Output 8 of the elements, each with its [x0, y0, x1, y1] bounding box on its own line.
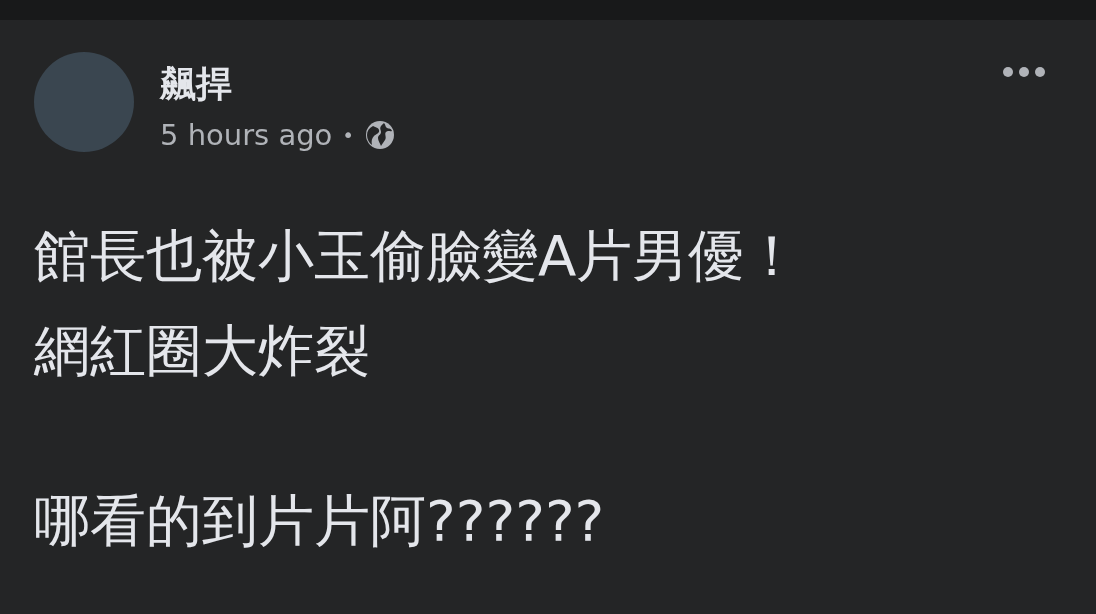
author-name[interactable]: 飆捍 — [160, 62, 1002, 106]
post-text: 館長也被小玉偷臉變A片男優！ — [34, 222, 801, 290]
globe-icon — [364, 119, 397, 151]
post-text: 網紅圈大炸裂 — [34, 317, 370, 385]
post-time[interactable]: 5 hours ago — [160, 118, 333, 152]
more-options-icon[interactable] — [1002, 66, 1046, 78]
post-text: 哪看的到片片阿?????? — [34, 487, 605, 555]
separator: • — [342, 123, 355, 147]
